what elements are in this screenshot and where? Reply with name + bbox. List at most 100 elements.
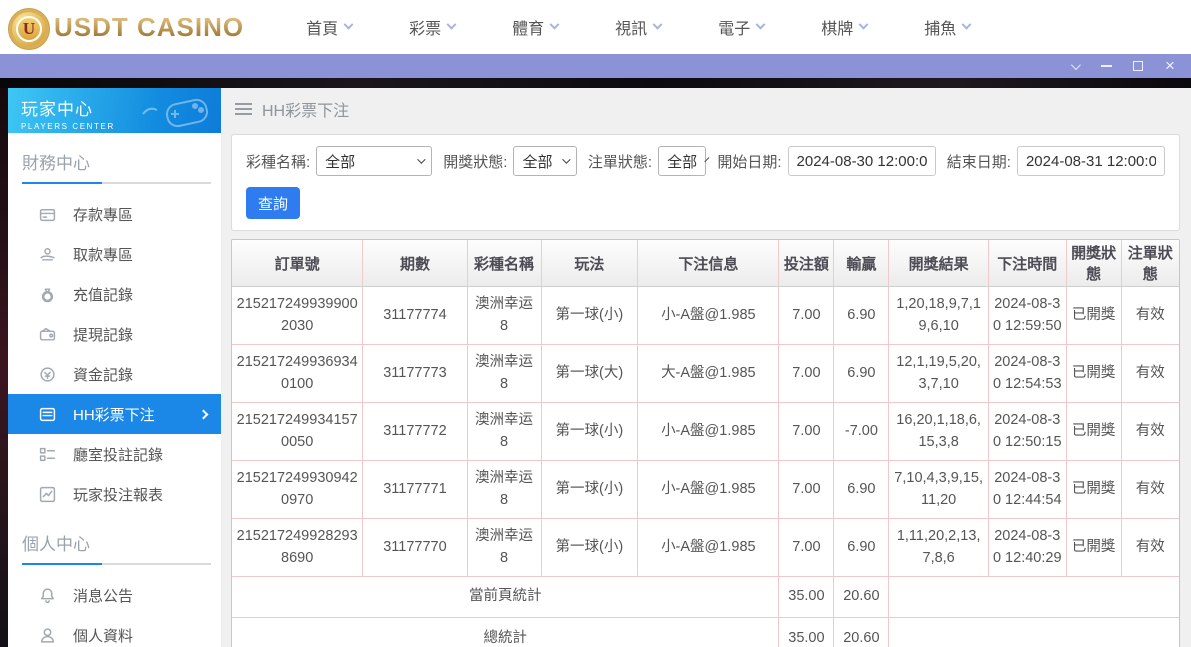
order-status-select[interactable]: 全部	[658, 146, 706, 176]
sidebar-item-label: 玩家投注報表	[73, 484, 163, 505]
section-underline	[22, 563, 211, 565]
sidebar-item-room-bet-record[interactable]: 廳室投註記錄	[8, 434, 221, 474]
cell-lottery-name: 澳洲幸运8	[467, 518, 541, 576]
col-header-order-no: 訂單號	[232, 240, 363, 287]
start-date-label: 開始日期:	[717, 151, 781, 172]
sidebar-item-lottery-bet[interactable]: HH彩票下注	[8, 394, 221, 434]
cell-order-no: 2152172499309420970	[232, 460, 363, 518]
window-close-icon[interactable]: ×	[1163, 59, 1177, 73]
chevron-down-icon	[562, 155, 570, 163]
nav-item-7[interactable]: 捕魚	[924, 15, 970, 39]
cell-bet-info: 小-A盤@1.985	[638, 518, 779, 576]
brand-logo: U USDT CASINO	[8, 6, 244, 48]
cell-draw-status: 已開獎	[1066, 287, 1121, 345]
cell-lottery-name: 澳洲幸运8	[467, 287, 541, 345]
cell-win-loss: 6.90	[834, 287, 889, 345]
cell-bet-info: 小-A盤@1.985	[638, 287, 779, 345]
col-header-lottery-name: 彩種名稱	[467, 240, 541, 287]
cell-win-loss: 6.90	[834, 460, 889, 518]
chevron-down-icon	[653, 19, 663, 29]
cell-draw-result: 16,20,1,18,6,15,3,8	[889, 402, 989, 460]
cell-play-type: 第一球(小)	[541, 518, 638, 576]
cell-bet-time: 2024-08-30 12:50:15	[988, 402, 1066, 460]
order-status-value: 全部	[667, 151, 697, 172]
cell-win-loss: 6.90	[834, 518, 889, 576]
sidebar-item-label: 提現記錄	[73, 324, 133, 345]
cell-win-loss: -7.00	[834, 402, 889, 460]
sidebar-item-funds-record[interactable]: 資金記錄	[8, 354, 221, 394]
cell-draw-status: 已開獎	[1066, 344, 1121, 402]
nav-item-4[interactable]: 視訊	[615, 15, 661, 39]
end-date-input[interactable]	[1017, 146, 1165, 176]
col-header-bet-time: 下注時間	[988, 240, 1066, 287]
nav-item-label: 體育	[512, 15, 544, 39]
total-summary-row: 總統計35.0020.60	[232, 617, 1179, 647]
nav-item-label: 棋牌	[821, 15, 853, 39]
cell-period: 31177771	[363, 460, 467, 518]
sidebar-item-label: 資金記錄	[73, 364, 133, 385]
cell-bet-time: 2024-08-30 12:59:50	[988, 287, 1066, 345]
cell-bet-time: 2024-08-30 12:40:29	[988, 518, 1066, 576]
nav-item-1[interactable]: 首頁	[306, 15, 352, 39]
player-report-icon	[38, 485, 56, 503]
sidebar-item-label: 個人資料	[73, 625, 133, 646]
cell-bet-amount: 7.00	[779, 344, 834, 402]
cell-order-status: 有效	[1121, 287, 1179, 345]
sidebar-item-withdraw[interactable]: 取款專區	[8, 234, 221, 274]
nav-item-6[interactable]: 棋牌	[821, 15, 867, 39]
background-strip	[0, 78, 1191, 88]
summary-win-loss: 20.60	[834, 617, 889, 647]
cell-bet-time: 2024-08-30 12:54:53	[988, 344, 1066, 402]
brand-name: USDT CASINO	[54, 12, 244, 43]
search-button[interactable]: 查詢	[246, 187, 300, 219]
nav-item-5[interactable]: 電子	[718, 15, 764, 39]
window-dropdown-icon[interactable]	[1067, 59, 1081, 73]
start-date-input[interactable]	[788, 146, 936, 176]
window-maximize-icon[interactable]	[1131, 59, 1145, 73]
col-header-order-status: 注單狀態	[1121, 240, 1179, 287]
coin-logo-icon: U	[8, 8, 50, 50]
sidebar-item-label: 消息公告	[73, 585, 133, 606]
section-underline	[22, 182, 211, 184]
withdrawal-record-icon	[38, 325, 56, 343]
sidebar-item-bell[interactable]: 消息公告	[8, 575, 221, 615]
filter-panel: 彩種名稱: 全部 開獎狀態: 全部 注單狀態: 全部 開始日期:	[231, 134, 1180, 231]
chevron-down-icon	[705, 157, 710, 162]
menu-toggle-icon[interactable]	[235, 103, 252, 115]
chevron-right-icon	[199, 409, 209, 419]
sidebar-item-deposit[interactable]: 存款專區	[8, 194, 221, 234]
summary-empty	[889, 576, 1179, 617]
withdraw-icon	[38, 245, 56, 263]
nav-item-3[interactable]: 體育	[512, 15, 558, 39]
coin-letter: U	[16, 16, 42, 42]
cell-play-type: 第一球(小)	[541, 287, 638, 345]
col-header-draw-status: 開獎狀態	[1066, 240, 1121, 287]
cell-win-loss: 6.90	[834, 344, 889, 402]
summary-label: 當前頁統計	[232, 576, 779, 617]
chevron-down-icon	[417, 155, 425, 163]
sidebar-item-player-report[interactable]: 玩家投注報表	[8, 474, 221, 514]
nav-item-label: 首頁	[306, 15, 338, 39]
col-header-win-loss: 輸贏	[834, 240, 889, 287]
sidebar-item-withdrawal-record[interactable]: 提現記錄	[8, 314, 221, 354]
sidebar-item-user[interactable]: 個人資料	[8, 615, 221, 647]
lottery-name-select[interactable]: 全部	[316, 146, 432, 176]
cell-bet-amount: 7.00	[779, 518, 834, 576]
end-date-label: 結束日期:	[947, 151, 1011, 172]
cell-draw-status: 已開獎	[1066, 460, 1121, 518]
nav-item-2[interactable]: 彩票	[409, 15, 455, 39]
background-left-edge	[0, 88, 8, 647]
cell-bet-time: 2024-08-30 12:44:54	[988, 460, 1066, 518]
window-minimize-icon[interactable]	[1099, 59, 1113, 73]
bets-table-panel: 訂單號期數彩種名稱玩法下注信息投注額輸贏開獎結果下注時間開獎狀態注單狀態 215…	[231, 239, 1180, 647]
table-row: 215217249939900203031177774澳洲幸运8第一球(小)小-…	[232, 287, 1179, 345]
cell-draw-status: 已開獎	[1066, 402, 1121, 460]
draw-status-select[interactable]: 全部	[513, 146, 576, 176]
sidebar-item-recharge-record[interactable]: 充值記錄	[8, 274, 221, 314]
cell-lottery-name: 澳洲幸运8	[467, 344, 541, 402]
sidebar-item-label: 充值記錄	[73, 284, 133, 305]
chevron-down-icon	[550, 19, 560, 29]
chevron-down-icon	[447, 19, 457, 29]
funds-record-icon	[38, 365, 56, 383]
draw-status-value: 全部	[522, 151, 552, 172]
